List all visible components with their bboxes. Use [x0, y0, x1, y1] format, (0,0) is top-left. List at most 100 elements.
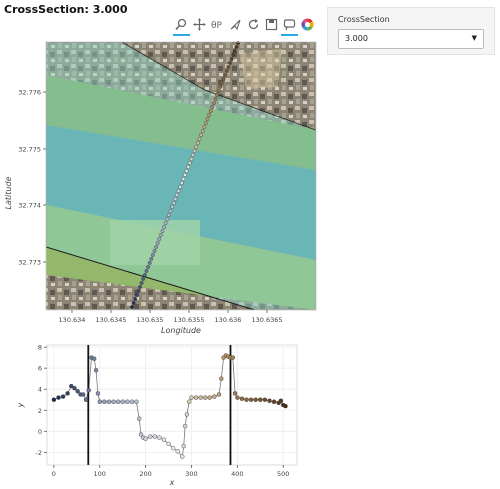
- chart-ytick-label: 2: [38, 407, 42, 415]
- chart-xtick-label: 0: [52, 470, 56, 478]
- transect-point: [200, 129, 205, 133]
- chart-point: [134, 399, 139, 404]
- map-xtick-label: 130.6365: [251, 316, 282, 324]
- chart-point: [111, 399, 116, 404]
- transect-point: [146, 265, 151, 269]
- transect-point: [191, 153, 195, 157]
- plot-toolbar: θP: [173, 17, 315, 36]
- transect-point: [130, 305, 134, 309]
- transect-point: [192, 149, 197, 153]
- transect-point: [218, 85, 223, 89]
- chart-point: [80, 392, 86, 397]
- map-ytick-label: 32.775: [18, 146, 41, 154]
- chart-point: [86, 388, 91, 393]
- transect-point: [194, 145, 199, 149]
- chart-point: [248, 397, 254, 402]
- chart-point: [239, 396, 245, 401]
- chart-point: [51, 397, 57, 402]
- chart-point: [75, 389, 80, 394]
- chart-point: [182, 423, 188, 429]
- chart-point: [207, 395, 213, 400]
- transect-point: [178, 185, 183, 189]
- transect-point: [229, 57, 234, 61]
- chart-point: [65, 391, 70, 396]
- tap-icon[interactable]: [228, 17, 243, 32]
- transect-point: [197, 137, 202, 141]
- map-xtick-label: 130.6355: [173, 316, 204, 324]
- chart-ytick-label: 0: [38, 428, 42, 436]
- chart-point: [184, 412, 190, 417]
- map-plot[interactable]: 32.776 32.775 32.774 32.773 130.634 130.6345…: [0, 35, 330, 345]
- chart-point: [181, 443, 186, 449]
- chart-point: [175, 449, 180, 454]
- chart-point: [278, 398, 284, 403]
- transect-point: [213, 97, 218, 101]
- chart-point: [97, 399, 103, 404]
- chart-point: [271, 399, 277, 404]
- pan-icon[interactable]: [192, 17, 207, 32]
- transect-point: [202, 125, 207, 129]
- transect-point: [232, 49, 237, 53]
- map-ytick-label: 32.774: [18, 202, 41, 210]
- transect-point: [226, 65, 231, 69]
- wheel-zoom-icon[interactable]: θP: [210, 17, 225, 32]
- transect-point: [149, 257, 154, 261]
- chart-point: [83, 397, 89, 402]
- transect-point: [231, 53, 236, 57]
- transect-point: [199, 133, 204, 137]
- crosssection-widget: CrossSection 3.000 ▼: [327, 7, 495, 55]
- chart-point: [93, 368, 99, 373]
- save-icon[interactable]: [264, 17, 279, 32]
- chart-point: [157, 435, 162, 440]
- transect-point: [210, 105, 215, 109]
- transect-point: [147, 261, 152, 265]
- transect-point: [224, 69, 229, 73]
- transect-point: [183, 173, 187, 177]
- transect-point: [228, 61, 232, 65]
- chart-point: [60, 394, 66, 399]
- transect-point: [184, 169, 189, 173]
- chart-ylabel: y: [16, 402, 25, 408]
- transect-point: [131, 301, 136, 305]
- chart-point: [170, 445, 176, 451]
- transect-point: [207, 113, 212, 117]
- transect-point: [189, 157, 194, 161]
- chart-point: [129, 399, 135, 404]
- transect-point: [160, 229, 165, 233]
- map-ytick-label: 32.776: [18, 89, 41, 97]
- chart-point: [147, 434, 153, 439]
- chart-xtick-label: 500: [277, 470, 289, 478]
- chart-point: [136, 416, 142, 421]
- transect-point: [133, 297, 138, 301]
- chart-ytick-label: 4: [38, 386, 42, 394]
- transect-point: [187, 161, 192, 165]
- transect-point: [144, 269, 149, 273]
- chart-point: [198, 395, 203, 400]
- chart-xtick-label: 400: [231, 470, 243, 478]
- crosssection-selected-value: 3.000: [345, 34, 368, 43]
- chart-point: [166, 441, 171, 447]
- reset-icon[interactable]: [246, 17, 261, 32]
- transect-point: [152, 249, 157, 253]
- chart-point: [72, 386, 77, 391]
- chart-point: [193, 395, 199, 400]
- transect-point: [173, 197, 178, 201]
- chart-point: [230, 355, 236, 360]
- chart-point: [232, 391, 238, 396]
- chart-point: [120, 399, 125, 404]
- hover-icon[interactable]: [281, 17, 298, 36]
- chart-point: [262, 397, 268, 402]
- cross-section-chart[interactable]: 8 6 4 2 0 -2 0 100 200 300 400 500 y x: [0, 339, 305, 489]
- chart-point: [244, 397, 249, 402]
- box-zoom-icon[interactable]: [173, 17, 190, 36]
- chart-point: [189, 395, 194, 400]
- transect-point: [162, 225, 167, 229]
- chart-point: [283, 403, 288, 409]
- transect-point: [168, 209, 173, 213]
- transect-point: [170, 205, 175, 209]
- transect-point: [165, 217, 170, 221]
- transect-point: [195, 141, 200, 145]
- transect-point: [139, 281, 144, 285]
- crosssection-select[interactable]: 3.000 ▼: [338, 29, 484, 49]
- bokeh-logo-icon[interactable]: [300, 17, 315, 32]
